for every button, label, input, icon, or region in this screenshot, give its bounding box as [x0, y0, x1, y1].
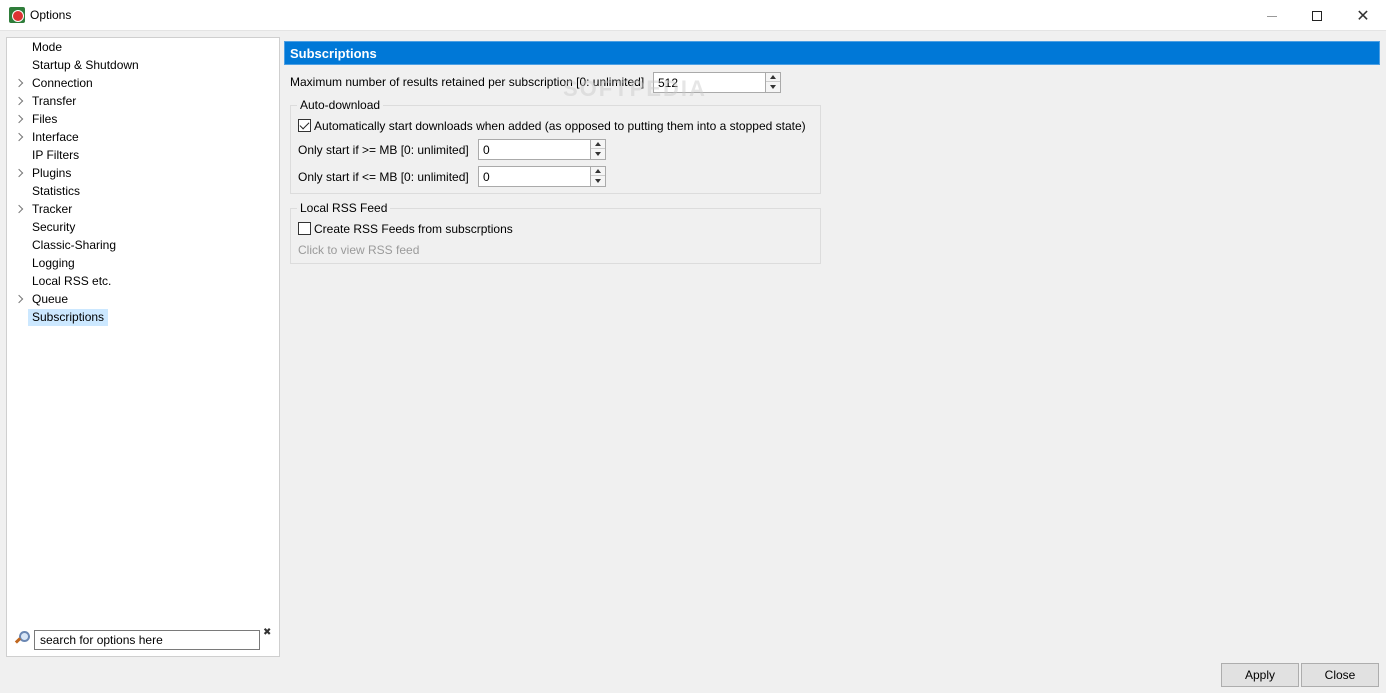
tree-item-interface[interactable]: Interface [7, 128, 279, 146]
search-input[interactable]: search for options here [34, 630, 260, 650]
auto-start-label: Automatically start downloads when added… [314, 119, 806, 133]
tree-item-label: Transfer [32, 94, 77, 108]
tree-item-label: Subscriptions [28, 309, 109, 326]
tree-item-label: Plugins [32, 166, 72, 180]
tree-item-startup-shutdown[interactable]: Startup & Shutdown [7, 56, 279, 74]
close-window-button[interactable]: ✕ [1340, 0, 1386, 31]
spin-up-icon[interactable] [591, 140, 605, 149]
min-mb-value: 0 [483, 143, 490, 157]
tree-item-transfer[interactable]: Transfer [7, 92, 279, 110]
tree-item-files[interactable]: Files [7, 110, 279, 128]
maximize-icon [1312, 10, 1322, 21]
spin-buttons [765, 73, 780, 92]
tree-item-local-rss[interactable]: Local RSS etc. [7, 272, 279, 290]
tree-item-label: Logging [32, 256, 75, 270]
minimize-button[interactable] [1249, 0, 1295, 31]
tree-item-connection[interactable]: Connection [7, 74, 279, 92]
tree-item-label: Statistics [32, 184, 81, 198]
tree-item-label: Connection [32, 76, 93, 90]
spin-up-icon[interactable] [766, 73, 780, 82]
section-title: Subscriptions [290, 46, 377, 61]
spin-down-icon[interactable] [591, 149, 605, 158]
tree-item-statistics[interactable]: Statistics [7, 182, 279, 200]
options-tree: Mode Startup & Shutdown Connection Trans… [6, 37, 280, 657]
apply-button[interactable]: Apply [1221, 663, 1299, 687]
chevron-right-icon[interactable] [15, 132, 23, 142]
tree-item-label: Security [32, 220, 76, 234]
tree-item-label: Interface [32, 130, 79, 144]
chevron-right-icon[interactable] [15, 78, 23, 88]
chevron-right-icon[interactable] [15, 204, 23, 214]
search-icon [13, 630, 30, 646]
spin-buttons [590, 167, 605, 186]
min-mb-spinner[interactable]: 0 [478, 139, 606, 160]
group-title: Local RSS Feed [297, 201, 391, 215]
tree-item-label: Tracker [32, 202, 73, 216]
tree-item-label: Classic-Sharing [32, 238, 117, 252]
chevron-right-icon[interactable] [15, 114, 23, 124]
tree-item-queue[interactable]: Queue [7, 290, 279, 308]
view-rss-link: Click to view RSS feed [298, 243, 420, 257]
chevron-right-icon[interactable] [15, 168, 23, 178]
app-icon [9, 7, 25, 23]
watermark-logo: SOFTPEDIA [563, 76, 707, 101]
auto-start-checkbox[interactable] [298, 119, 311, 132]
tree-item-label: Local RSS etc. [32, 274, 112, 288]
tree-item-subscriptions[interactable]: Subscriptions [7, 308, 279, 326]
chevron-right-icon[interactable] [15, 96, 23, 106]
spin-down-icon[interactable] [766, 82, 780, 91]
maximize-button[interactable] [1294, 0, 1340, 31]
tree-item-mode[interactable]: Mode [7, 38, 279, 56]
clear-search-icon[interactable]: ✖ [263, 628, 273, 638]
create-rss-label: Create RSS Feeds from subscrptions [314, 222, 513, 236]
section-header: Subscriptions [284, 41, 1380, 65]
tree-item-classic-sharing[interactable]: Classic-Sharing [7, 236, 279, 254]
tree-item-logging[interactable]: Logging [7, 254, 279, 272]
group-title: Auto-download [297, 98, 384, 112]
tree-item-security[interactable]: Security [7, 218, 279, 236]
create-rss-checkbox[interactable] [298, 222, 311, 235]
spin-down-icon[interactable] [591, 176, 605, 185]
max-mb-value: 0 [483, 170, 490, 184]
minimize-icon [1267, 16, 1277, 17]
tree-item-tracker[interactable]: Tracker [7, 200, 279, 218]
max-mb-label: Only start if <= MB [0: unlimited] [298, 170, 469, 184]
tree-item-label: IP Filters [32, 148, 80, 162]
close-button[interactable]: Close [1301, 663, 1379, 687]
window-title: Options [30, 8, 72, 22]
tree-item-label: Startup & Shutdown [32, 58, 139, 72]
chevron-right-icon[interactable] [15, 294, 23, 304]
tree-item-ip-filters[interactable]: IP Filters [7, 146, 279, 164]
tree-item-plugins[interactable]: Plugins [7, 164, 279, 182]
max-mb-spinner[interactable]: 0 [478, 166, 606, 187]
tree-item-label: Mode [32, 40, 63, 54]
min-mb-label: Only start if >= MB [0: unlimited] [298, 143, 469, 157]
spin-buttons [590, 140, 605, 159]
tree-item-label: Queue [32, 292, 69, 306]
spin-up-icon[interactable] [591, 167, 605, 176]
title-bar: Options ✕ [0, 0, 1386, 31]
close-icon: ✕ [1356, 5, 1370, 25]
tree-item-label: Files [32, 112, 58, 126]
